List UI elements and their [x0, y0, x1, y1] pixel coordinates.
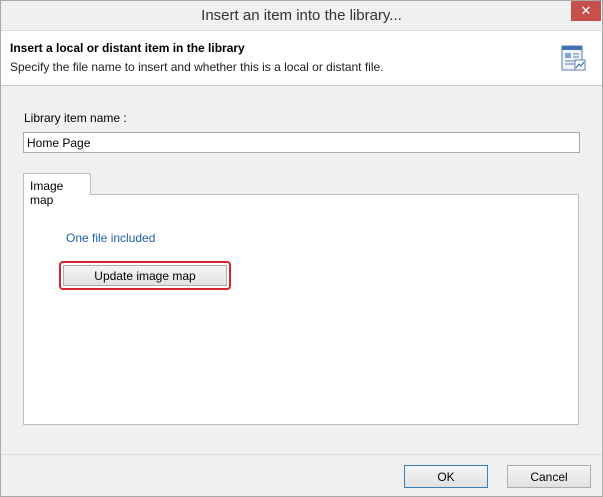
dialog-window: Insert an item into the library... ✕ Ins…	[0, 0, 603, 497]
library-item-name-input[interactable]	[23, 132, 580, 153]
window-title: Insert an item into the library...	[201, 7, 402, 24]
library-item-name-label: Library item name :	[24, 111, 127, 125]
close-button[interactable]: ✕	[571, 1, 601, 21]
library-document-icon	[561, 45, 586, 71]
files-included-text: One file included	[66, 231, 156, 245]
cancel-button[interactable]: Cancel	[507, 465, 591, 488]
ok-button[interactable]: OK	[404, 465, 488, 488]
header-title: Insert a local or distant item in the li…	[10, 41, 245, 55]
update-button-highlight: Update image map	[59, 261, 231, 290]
header-subtitle: Specify the file name to insert and whet…	[10, 60, 384, 74]
title-bar[interactable]: Insert an item into the library... ✕	[1, 1, 602, 30]
tab-image-map[interactable]: Image map	[23, 173, 91, 207]
dialog-footer: OK Cancel	[1, 454, 602, 496]
close-icon: ✕	[580, 3, 592, 18]
dialog-header: Insert a local or distant item in the li…	[1, 30, 602, 86]
update-image-map-button[interactable]: Update image map	[63, 265, 227, 286]
image-map-panel: One file included Update image map	[23, 194, 579, 425]
